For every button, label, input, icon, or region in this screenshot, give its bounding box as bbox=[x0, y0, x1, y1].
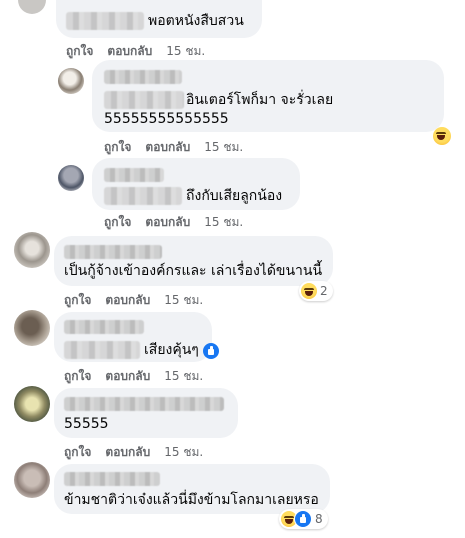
timestamp[interactable]: 15 ชม. bbox=[204, 213, 243, 232]
comment-text: ถึงกับเสียลูกน้อง bbox=[186, 188, 283, 204]
like-icon bbox=[294, 510, 312, 528]
reaction-count: 2 bbox=[320, 284, 328, 298]
reply-link[interactable]: ตอบกลับ bbox=[145, 213, 190, 232]
comment-actions: ถูกใจ ตอบกลับ 15 ชม. bbox=[66, 42, 205, 61]
haha-icon bbox=[301, 283, 317, 299]
commenter-name[interactable] bbox=[66, 12, 144, 30]
commenter-name[interactable] bbox=[64, 245, 162, 259]
comment-text: ข้ามชาติว่าเจ๋งแล้วนี่มึงข้ามโลกมาเลยหรอ bbox=[64, 492, 319, 508]
timestamp[interactable]: 15 ชม. bbox=[164, 443, 203, 462]
avatar[interactable] bbox=[14, 310, 50, 346]
reply-link[interactable]: ตอบกลับ bbox=[105, 291, 150, 310]
avatar[interactable] bbox=[14, 232, 50, 268]
timestamp[interactable]: 15 ชม. bbox=[164, 367, 203, 386]
reaction-count: 8 bbox=[315, 512, 323, 526]
commenter-name[interactable] bbox=[104, 168, 164, 182]
timestamp[interactable]: 15 ชม. bbox=[166, 42, 205, 61]
commenter-name[interactable] bbox=[64, 397, 224, 411]
like-link[interactable]: ถูกใจ bbox=[66, 42, 93, 61]
comment-text-line-2: 55555555555555 bbox=[104, 111, 229, 127]
comment-actions: ถูกใจ ตอบกลับ 15 ชม. bbox=[104, 213, 243, 232]
like-link[interactable]: ถูกใจ bbox=[104, 138, 131, 157]
comment-text: 55555 bbox=[64, 416, 109, 432]
like-link[interactable]: ถูกใจ bbox=[64, 443, 91, 462]
reply-link[interactable]: ตอบกลับ bbox=[107, 42, 152, 61]
comment-actions: ถูกใจ ตอบกลับ 15 ชม. bbox=[64, 291, 203, 310]
comment-text: เสียงคุ้นๆ bbox=[144, 342, 199, 358]
like-link[interactable]: ถูกใจ bbox=[64, 367, 91, 386]
comment-text: เป็นกู้จ้างเข้าองค์กรและ เล่าเรื่องได้ขน… bbox=[64, 263, 323, 279]
like-link[interactable]: ถูกใจ bbox=[64, 291, 91, 310]
timestamp[interactable]: 15 ชม. bbox=[164, 291, 203, 310]
reaction-badge[interactable]: 8 bbox=[279, 509, 328, 529]
reaction-badge[interactable] bbox=[203, 341, 219, 361]
avatar[interactable] bbox=[18, 0, 46, 14]
comment-text: อินเตอร์โพก็มา จะรั่วเลย bbox=[186, 92, 334, 108]
blurred-text bbox=[104, 91, 184, 109]
commenter-name[interactable] bbox=[104, 70, 182, 84]
reply-link[interactable]: ตอบกลับ bbox=[145, 138, 190, 157]
commenter-name[interactable] bbox=[64, 320, 144, 334]
reply-link[interactable]: ตอบกลับ bbox=[105, 367, 150, 386]
reply-link[interactable]: ตอบกลับ bbox=[105, 443, 150, 462]
reaction-badge[interactable]: 2 bbox=[299, 281, 333, 301]
comment-actions: ถูกใจ ตอบกลับ 15 ชม. bbox=[104, 138, 243, 157]
timestamp[interactable]: 15 ชม. bbox=[204, 138, 243, 157]
haha-icon bbox=[433, 127, 451, 145]
comment-text: พอตหนังสืบสวน bbox=[148, 13, 244, 29]
like-link[interactable]: ถูกใจ bbox=[104, 213, 131, 232]
commenter-name[interactable] bbox=[64, 472, 160, 486]
avatar[interactable] bbox=[58, 165, 84, 191]
reaction-badge[interactable] bbox=[433, 126, 451, 146]
comment-actions: ถูกใจ ตอบกลับ 15 ชม. bbox=[64, 443, 203, 462]
like-icon bbox=[203, 343, 219, 359]
blurred-text bbox=[104, 187, 182, 205]
avatar[interactable] bbox=[14, 386, 50, 422]
avatar[interactable] bbox=[14, 462, 50, 498]
avatar[interactable] bbox=[58, 68, 84, 94]
comment-actions: ถูกใจ ตอบกลับ 15 ชม. bbox=[64, 367, 203, 386]
blurred-text bbox=[64, 341, 140, 359]
